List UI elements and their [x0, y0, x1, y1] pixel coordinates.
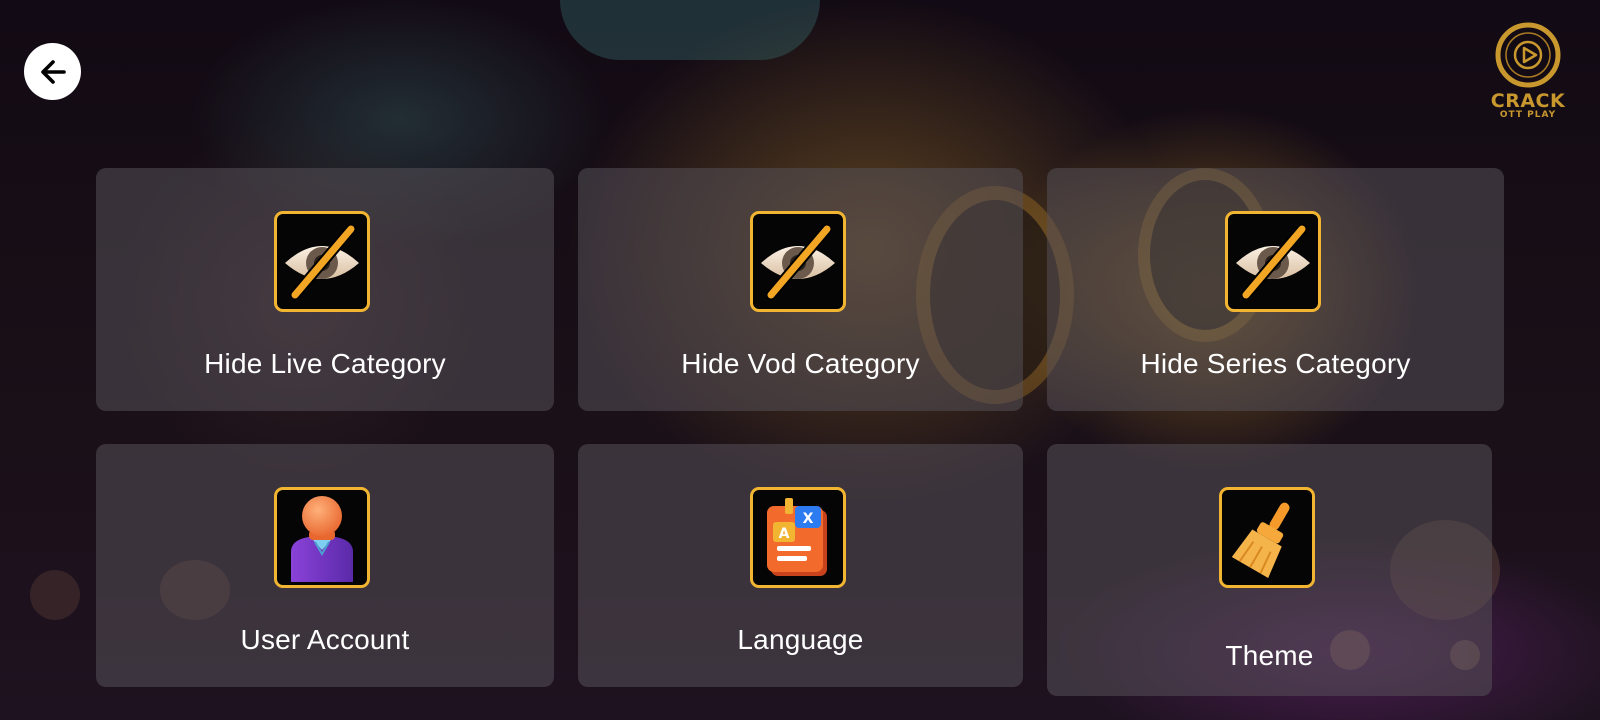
logo-title: CRACK [1490, 90, 1566, 112]
svg-text:X: X [803, 511, 814, 527]
tile-label: Language [737, 624, 864, 655]
hide-vod-category-tile[interactable]: Hide Vod Category [578, 168, 1023, 411]
tile-label: Hide Live Category [204, 348, 446, 379]
back-button[interactable] [24, 43, 81, 100]
background-shape [30, 570, 80, 620]
icon-frame [750, 211, 846, 312]
language-tile[interactable]: A X Language [578, 444, 1023, 687]
hide-live-category-tile[interactable]: Hide Live Category [96, 168, 554, 411]
tile-label: User Account [240, 624, 410, 655]
icon-frame [274, 487, 370, 588]
icon-frame: A X [750, 487, 846, 588]
icon-frame [1225, 211, 1321, 312]
logo-subtitle: OTT PLAY [1499, 110, 1557, 120]
eye-slash-icon [285, 223, 359, 300]
user-account-tile[interactable]: User Account [96, 444, 554, 687]
hide-series-category-tile[interactable]: Hide Series Category [1047, 168, 1504, 411]
tile-label: Hide Series Category [1140, 348, 1411, 379]
icon-frame [274, 211, 370, 312]
eye-slash-icon [761, 223, 835, 300]
icon-frame [1219, 487, 1315, 588]
tile-label: Theme [1225, 640, 1314, 671]
user-icon [291, 495, 353, 582]
svg-text:A: A [779, 526, 790, 542]
translate-book-icon: A X [767, 497, 827, 576]
tile-label: Hide Vod Category [681, 348, 920, 379]
theme-tile[interactable]: Theme [1047, 444, 1492, 696]
play-circle-icon [1495, 22, 1561, 88]
arrow-left-icon [40, 59, 66, 84]
eye-slash-icon [1236, 223, 1310, 300]
brush-icon [1231, 502, 1290, 578]
app-logo: CRACK OTT PLAY [1484, 22, 1572, 122]
background-shape [560, 0, 820, 60]
